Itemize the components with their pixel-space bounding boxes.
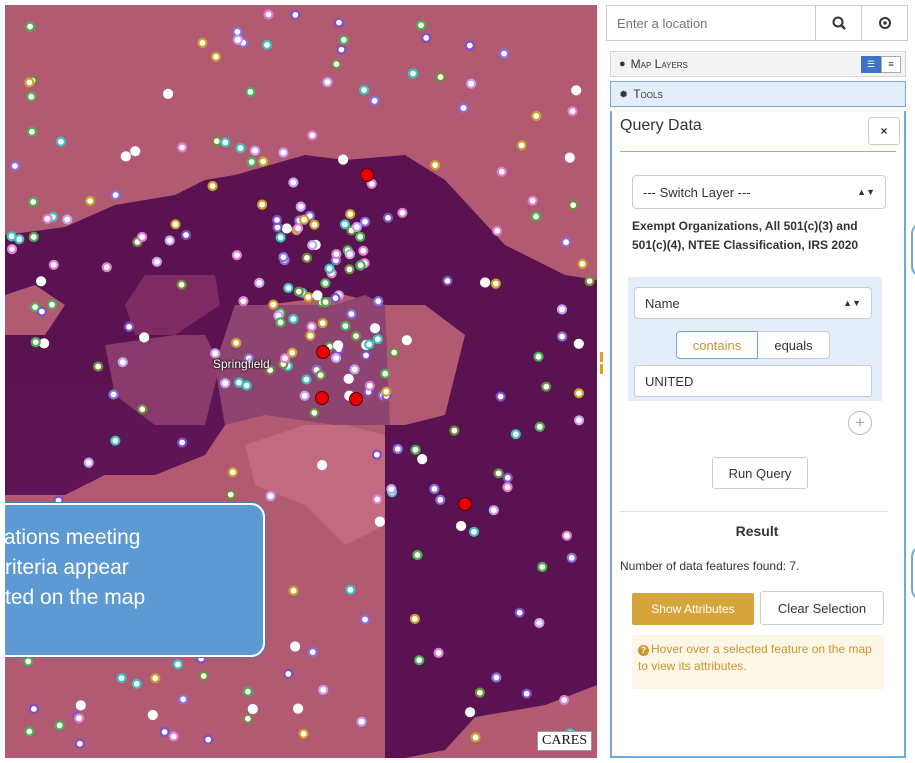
selected-feature-marker[interactable] [315,391,329,405]
locate-button[interactable] [862,5,908,41]
selected-feature-marker[interactable] [349,392,363,406]
locate-icon [878,17,891,29]
cares-logo: CARES [537,731,593,751]
gear-icon: ✹ [619,88,629,101]
tools-label: Tools [633,87,663,101]
hover-tip-text: Hover over a selected feature on the map… [638,642,872,673]
tools-header[interactable]: ✹ Tools [610,81,906,107]
panel-resize-handle[interactable] [598,350,604,410]
select-caret-icon: ▲▼ [857,187,875,197]
simple-list-icon[interactable]: ≡ [881,55,901,73]
selected-feature-marker[interactable] [458,497,472,511]
map-view[interactable]: Springfield CARES locations meeting e cr… [5,5,597,758]
field-select-value: Name [645,295,680,311]
close-icon: × [880,124,888,138]
query-tool: Query Data × --- Switch Layer --- ▲▼ Exe… [610,111,906,758]
layer-view-toggle: ☰ ≡ [861,55,901,73]
selected-feature-marker[interactable] [316,345,330,359]
city-label: Springfield [213,357,270,371]
question-icon: ? [638,645,649,656]
globe-icon: ● [619,58,626,70]
location-search-input[interactable] [606,5,816,41]
switch-layer-select[interactable]: --- Switch Layer --- ▲▼ [632,175,886,209]
tutorial-callout: locations meeting e criteria appear ight… [5,503,265,657]
switch-layer-value: --- Switch Layer --- [643,184,751,200]
callout-line-2: e criteria appear [5,556,129,579]
map-layers-label: Map Layers [630,57,688,71]
search-icon [832,16,846,30]
result-divider [620,511,888,512]
callout-line-1: locations meeting [5,526,141,549]
equals-option[interactable]: equals [758,331,830,359]
detail-list-icon[interactable]: ☰ [861,55,881,73]
run-query-button[interactable]: Run Query [712,457,808,489]
hover-tip: ? Hover over a selected feature on the ma… [632,635,884,689]
result-count: Number of data features found: 7. [620,559,800,573]
field-select[interactable]: Name ▲▼ [634,287,872,319]
operator-toggle: contains equals [676,331,830,359]
query-title: Query Data [620,117,702,134]
result-title: Result [735,523,779,539]
plus-icon: + [855,413,865,432]
location-search-bar [606,5,910,41]
contains-option[interactable]: contains [676,331,758,359]
search-button[interactable] [816,5,862,41]
show-attributes-button[interactable]: Show Attributes [632,593,754,625]
clear-selection-button[interactable]: Clear Selection [760,591,884,625]
active-layer-name: Exempt Organizations, All 501(c)(3) and … [632,219,859,252]
select-caret-icon: ▲▼ [843,298,861,308]
tutorial-marker-top [911,222,915,278]
title-divider [620,151,896,152]
add-criteria-button[interactable]: + [848,411,872,435]
close-query-button[interactable]: × [868,117,900,145]
selected-feature-marker[interactable] [360,168,374,182]
query-criteria: Name ▲▼ contains equals UNITED [628,277,882,401]
query-value-input[interactable]: UNITED [634,365,872,397]
side-panel: ● Map Layers ☰ ≡ ✹ Tools Query Data × --… [606,5,910,758]
tutorial-marker-bottom [911,545,915,601]
map-layers-header[interactable]: ● Map Layers ☰ ≡ [610,51,906,77]
callout-line-3: ighted on the map [5,586,146,609]
